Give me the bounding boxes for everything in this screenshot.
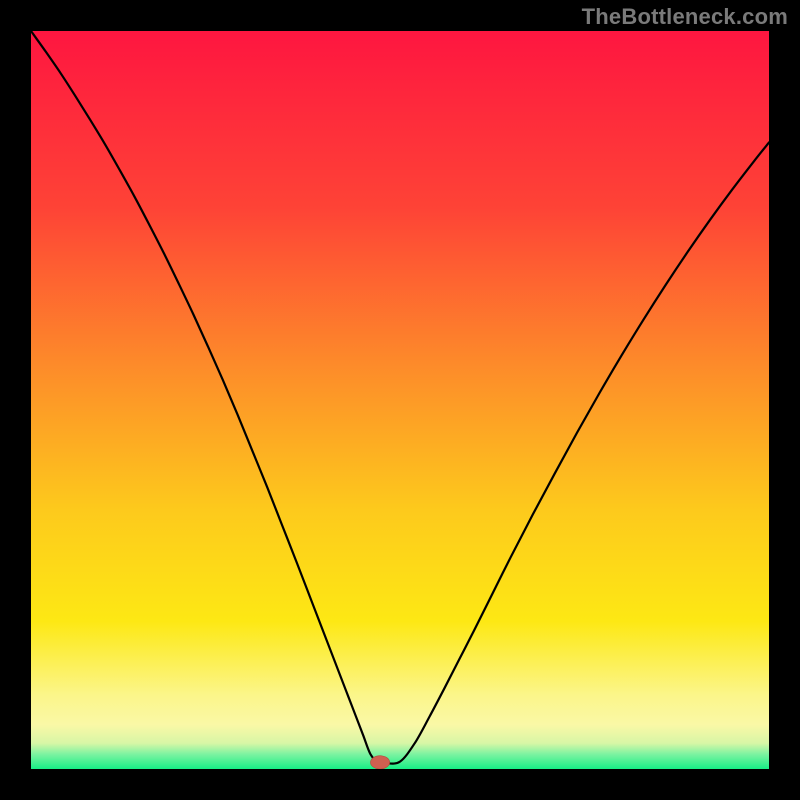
chart-frame: TheBottleneck.com bbox=[0, 0, 800, 800]
plot-area bbox=[31, 31, 769, 769]
min-marker-icon bbox=[370, 756, 389, 769]
gradient-background bbox=[31, 31, 769, 769]
plot-svg bbox=[31, 31, 769, 769]
watermark-text: TheBottleneck.com bbox=[582, 4, 788, 30]
